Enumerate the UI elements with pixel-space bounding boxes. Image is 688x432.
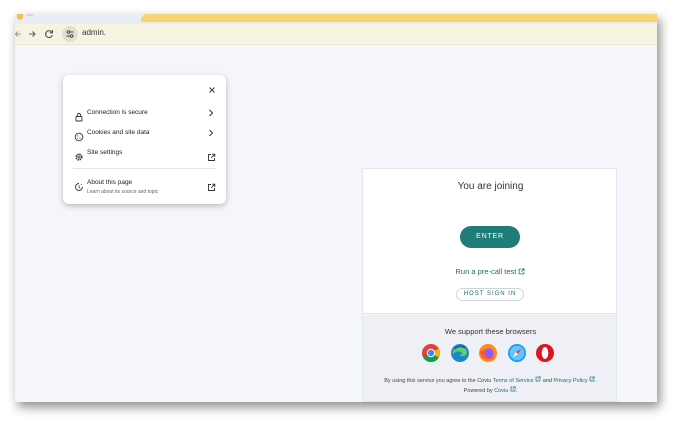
popup-divider bbox=[73, 168, 216, 169]
join-title: You are joining bbox=[457, 181, 524, 192]
tune-icon bbox=[66, 30, 74, 38]
enter-button[interactable]: ENTER bbox=[460, 226, 520, 248]
cookie-icon bbox=[74, 129, 84, 142]
opera-icon bbox=[536, 344, 554, 362]
external-link-icon bbox=[207, 149, 216, 161]
site-settings-label: Site settings bbox=[87, 149, 123, 156]
forward-arrow-icon[interactable] bbox=[24, 26, 40, 42]
tab-separator bbox=[27, 14, 33, 16]
url-text[interactable]: admin. bbox=[82, 28, 106, 37]
terms-notice: By using this service you agree to the C… bbox=[384, 376, 597, 394]
supported-browsers-section: We support these browsers By using this … bbox=[362, 315, 617, 402]
cookies-site-data-label: Cookies and site data bbox=[87, 129, 150, 136]
about-page-sublabel: Learn about its source and topic bbox=[87, 189, 159, 195]
terms-prefix: By using this service you agree to the C… bbox=[384, 378, 492, 384]
precall-test-link[interactable]: Run a pre-call test bbox=[363, 267, 618, 276]
coviu-link[interactable]: Coviu bbox=[494, 388, 508, 394]
page-content: Connection is secure Cookies and site da… bbox=[15, 45, 657, 402]
chrome-icon bbox=[422, 344, 441, 362]
tab-strip bbox=[15, 14, 657, 24]
about-page-icon bbox=[74, 179, 84, 191]
connection-secure-label: Connection is secure bbox=[87, 109, 148, 116]
about-page-label: About this page bbox=[87, 179, 133, 186]
external-link-icon bbox=[510, 386, 516, 394]
gear-icon bbox=[74, 149, 84, 161]
site-info-button[interactable] bbox=[62, 26, 78, 42]
browser-window: admin. Connection is secure Cookies and … bbox=[15, 14, 657, 402]
safari-icon bbox=[508, 344, 526, 362]
close-icon[interactable] bbox=[207, 85, 217, 95]
browsers-title: We support these browsers bbox=[444, 327, 537, 336]
powered-by-label: Powered by bbox=[463, 388, 493, 394]
terms-of-service-link[interactable]: Terms of Service bbox=[493, 378, 534, 384]
firefox-icon bbox=[479, 344, 497, 362]
host-sign-in-button[interactable]: HOST SIGN IN bbox=[456, 288, 524, 301]
external-link-icon bbox=[207, 179, 216, 191]
connection-secure-item[interactable]: Connection is secure bbox=[63, 105, 226, 125]
external-link-icon bbox=[518, 267, 525, 276]
site-info-popup: Connection is secure Cookies and site da… bbox=[63, 75, 226, 204]
cookies-site-data-item[interactable]: Cookies and site data bbox=[63, 125, 226, 145]
tab-favicon bbox=[17, 14, 23, 20]
browser-icons bbox=[421, 343, 561, 365]
precall-test-label: Run a pre-call test bbox=[455, 267, 517, 276]
active-tab[interactable] bbox=[141, 14, 657, 22]
privacy-policy-link[interactable]: Privacy Policy bbox=[553, 378, 587, 384]
reload-icon[interactable] bbox=[41, 26, 57, 42]
site-settings-item[interactable]: Site settings bbox=[63, 145, 226, 165]
lock-icon bbox=[74, 109, 84, 122]
edge-icon bbox=[451, 344, 469, 362]
chevron-right-icon bbox=[207, 108, 215, 120]
chevron-right-icon bbox=[207, 128, 215, 140]
join-card: You are joining ENTER Run a pre-call tes… bbox=[362, 168, 617, 314]
external-link-icon bbox=[589, 376, 595, 384]
about-page-item[interactable]: About this page Learn about its source a… bbox=[63, 175, 226, 199]
address-bar: admin. bbox=[15, 24, 657, 45]
terms-and: and bbox=[542, 378, 552, 384]
external-link-icon bbox=[535, 376, 541, 384]
